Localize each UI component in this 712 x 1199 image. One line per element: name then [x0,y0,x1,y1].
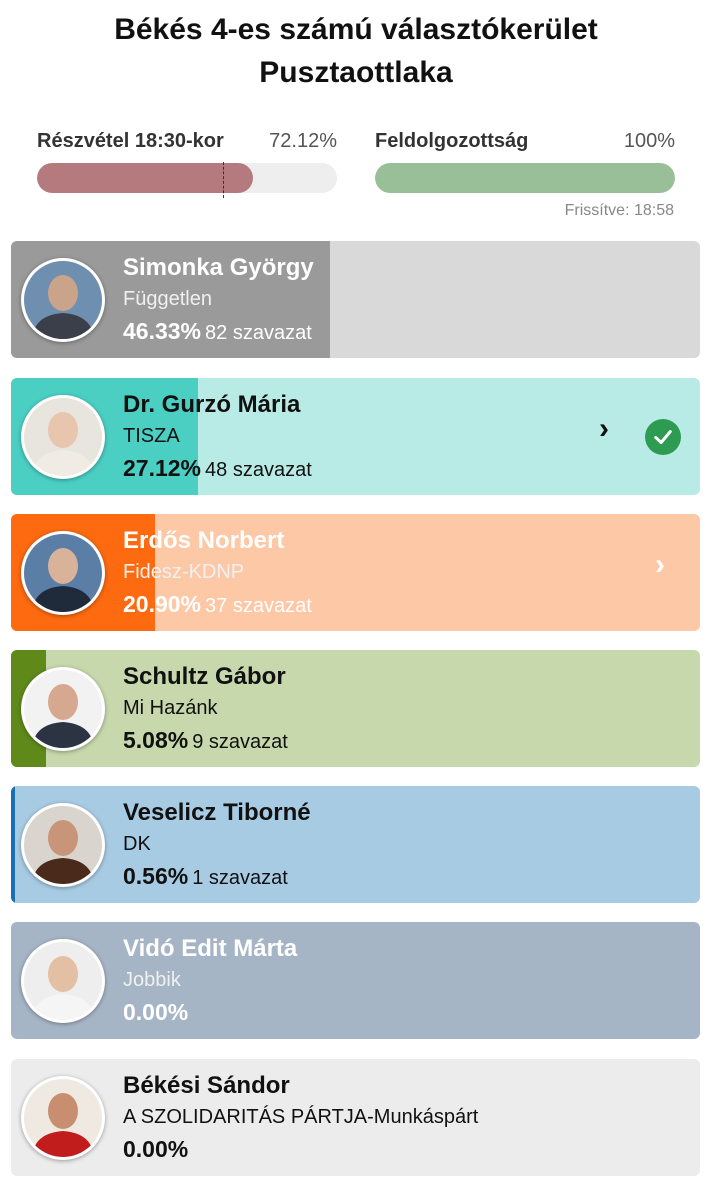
candidate-name: Schultz Gábor [123,663,286,690]
candidate-party: Független [123,288,212,310]
candidate-photo [21,531,105,615]
chevron-right-icon[interactable]: › [655,548,665,582]
candidate-result: 46.33% 82 szavazat [123,318,312,345]
candidate-result: 0.00% [123,1136,188,1163]
candidate-photo [21,1076,105,1160]
vote-percentage: 46.33% [123,318,202,344]
turnout-stat: Részvétel 18:30-kor 72.12% [37,130,337,198]
processed-progress-bar [375,163,675,193]
vote-percentage: 5.08% [123,727,189,753]
candidate-name: Veselicz Tiborné [123,799,311,826]
candidate-name: Vidó Edit Márta [123,935,298,962]
winner-check-icon [645,419,681,455]
turnout-label: Részvétel 18:30-kor [37,130,224,152]
candidate-card[interactable]: Békési Sándor A SZOLIDARITÁS PÁRTJA-Munká… [11,1059,700,1176]
candidate-result: 0.56% 1 szavazat [123,863,288,890]
turnout-progress-fill [37,163,254,193]
chevron-right-icon[interactable]: › [599,412,609,446]
processed-progress-fill [375,163,675,193]
candidate-card[interactable]: Veselicz Tiborné DK 0.56% 1 szavazat [11,786,700,903]
candidate-card[interactable]: Vidó Edit Márta Jobbik 0.00% [11,922,700,1039]
candidate-name: Dr. Gurzó Mária [123,391,301,418]
candidate-photo [21,939,105,1023]
turnout-reference-marker [223,162,224,198]
candidate-party: A SZOLIDARITÁS PÁRTJA-Munkáspárt [123,1106,479,1128]
processed-value: 100% [623,130,675,152]
candidate-party: DK [123,833,151,855]
candidate-party: TISZA [123,425,180,447]
vote-count: 1 szavazat [192,867,288,889]
candidate-result: 20.90% 37 szavazat [123,591,312,618]
page-title: Békés 4-es számú választókerület Pusztao… [0,8,712,94]
candidate-name: Simonka György [123,254,314,281]
vote-count: 82 szavazat [205,322,312,344]
candidate-party: Jobbik [123,969,181,991]
candidate-result: 27.12% 48 szavazat [123,455,312,482]
vote-percentage: 0.00% [123,999,189,1025]
processed-stat: Feldolgozottság 100% [375,130,675,193]
candidate-result: 5.08% 9 szavazat [123,727,288,754]
candidate-card[interactable]: Erdős Norbert Fidesz-KDNP 20.90% 37 szavaza… [11,514,700,631]
turnout-progress-bar [37,163,337,193]
processed-label: Feldolgozottság [375,130,529,152]
vote-share-bar [11,786,15,903]
settlement-title: Pusztaottlaka [259,56,453,89]
updated-timestamp: Frissítve: 18:58 [564,202,674,219]
vote-percentage: 20.90% [123,591,202,617]
candidate-photo [21,803,105,887]
candidate-photo [21,667,105,751]
candidate-card[interactable]: Dr. Gurzó Mária TISZA 27.12% 48 szavazat › [11,378,700,495]
turnout-value: 72.12% [269,130,337,152]
district-title: Békés 4-es számú választókerület [114,13,598,46]
vote-count: 37 szavazat [205,595,312,617]
vote-percentage: 27.12% [123,455,202,481]
candidate-card[interactable]: Simonka György Független 46.33% 82 szavazat [11,241,700,358]
candidate-party: Mi Hazánk [123,697,218,719]
vote-percentage: 0.00% [123,1136,189,1162]
vote-count: 48 szavazat [205,459,312,481]
candidate-result: 0.00% [123,999,188,1026]
vote-count: 9 szavazat [192,731,288,753]
candidate-photo [21,395,105,479]
candidate-party: Fidesz-KDNP [123,561,245,583]
candidate-card[interactable]: Schultz Gábor Mi Hazánk 5.08% 9 szavazat [11,650,700,767]
candidate-photo [21,258,105,342]
candidate-name: Erdős Norbert [123,527,285,554]
candidate-name: Békési Sándor [123,1072,290,1099]
vote-percentage: 0.56% [123,863,189,889]
